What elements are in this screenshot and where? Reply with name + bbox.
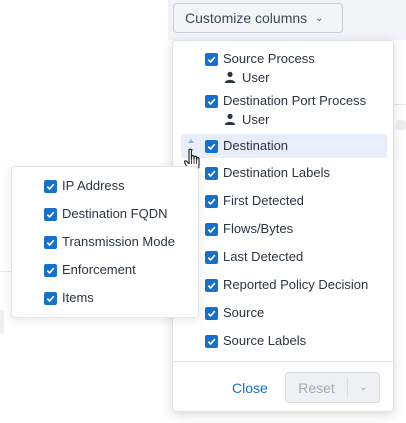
menu-item-label: Source Process [223,51,315,66]
checkbox-checked-icon[interactable] [205,279,218,292]
panel-item-label: Items [62,290,94,305]
menu-item-label: Source [223,305,265,320]
panel-item-items[interactable]: Items [12,286,198,310]
checkbox-checked-icon[interactable] [205,335,218,348]
panel-item-label: Enforcement [62,262,136,277]
panel-item-label: Destination FQDN [62,206,168,221]
checkbox-checked-icon[interactable] [205,140,218,153]
customize-columns-button[interactable]: Customize columns ⌄ [173,3,343,33]
side-columns-panel: IP Address Destination FQDN Transmission… [11,166,199,318]
panel-item-transmission-mode[interactable]: Transmission Mode [12,230,198,254]
menu-item-source[interactable]: Source [173,301,393,325]
customize-columns-label: Customize columns [185,10,308,26]
checkbox-checked-icon[interactable] [205,195,218,208]
menu-item-first-detected[interactable]: First Detected [173,189,393,213]
customize-columns-menu: Source Process User Destination Port Pro… [172,40,394,412]
checkbox-checked-icon[interactable] [44,208,57,221]
checkbox-checked-icon[interactable] [44,292,57,305]
menu-item-flows-bytes[interactable]: Flows/Bytes [173,217,393,241]
checkbox-checked-icon[interactable] [205,223,218,236]
background-row [0,310,4,334]
panel-item-ip-address[interactable]: IP Address [12,174,198,198]
reset-button-group: Reset ⌄ [285,372,380,403]
checkbox-checked-icon[interactable] [44,264,57,277]
background-divider [394,104,406,105]
menu-item-label: First Detected [223,193,304,208]
menu-item-last-detected[interactable]: Last Detected [173,245,393,269]
menu-item-label: Source Labels [223,333,307,348]
background-divider [0,271,11,272]
menu-item-sublabel: User [242,70,270,85]
menu-item-reported-policy-decision[interactable]: Reported Policy Decision [173,273,393,297]
panel-item-label: Transmission Mode [62,234,175,249]
menu-item-label: Last Detected [223,249,304,264]
reset-dropdown-chevron-icon[interactable]: ⌄ [348,373,379,402]
user-icon [224,71,236,83]
chevron-down-icon: ⌄ [315,12,324,24]
menu-footer-divider [173,361,393,362]
checkbox-checked-icon[interactable] [205,307,218,320]
checkbox-checked-icon[interactable] [44,236,57,249]
menu-item-sublabel: User [242,112,270,127]
reset-button[interactable]: Reset [286,373,347,402]
menu-item-destination-port-process[interactable]: Destination Port Process [173,89,393,113]
menu-item-label: Reported Policy Decision [223,277,369,292]
panel-item-enforcement[interactable]: Enforcement [12,258,198,282]
checkbox-checked-icon[interactable] [205,167,218,180]
menu-item-source-labels[interactable]: Source Labels [173,329,393,353]
panel-item-label: IP Address [62,178,125,193]
close-button[interactable]: Close [232,380,268,396]
checkbox-checked-icon[interactable] [205,95,218,108]
checkbox-checked-icon[interactable] [44,180,57,193]
menu-item-label: Destination Port Process [223,93,367,108]
menu-item-label: Destination [223,138,289,153]
menu-item-label: Destination Labels [223,165,330,180]
panel-item-destination-fqdn[interactable]: Destination FQDN [12,202,198,226]
user-icon [224,113,236,125]
checkbox-checked-icon[interactable] [205,53,218,66]
checkbox-checked-icon[interactable] [205,251,218,264]
menu-item-label: Flows/Bytes [223,221,294,236]
menu-item-destination[interactable]: Destination [181,134,387,158]
menu-item-source-process[interactable]: Source Process [173,47,393,71]
background-row [396,120,406,130]
menu-item-destination-labels[interactable]: Destination Labels [173,161,393,185]
